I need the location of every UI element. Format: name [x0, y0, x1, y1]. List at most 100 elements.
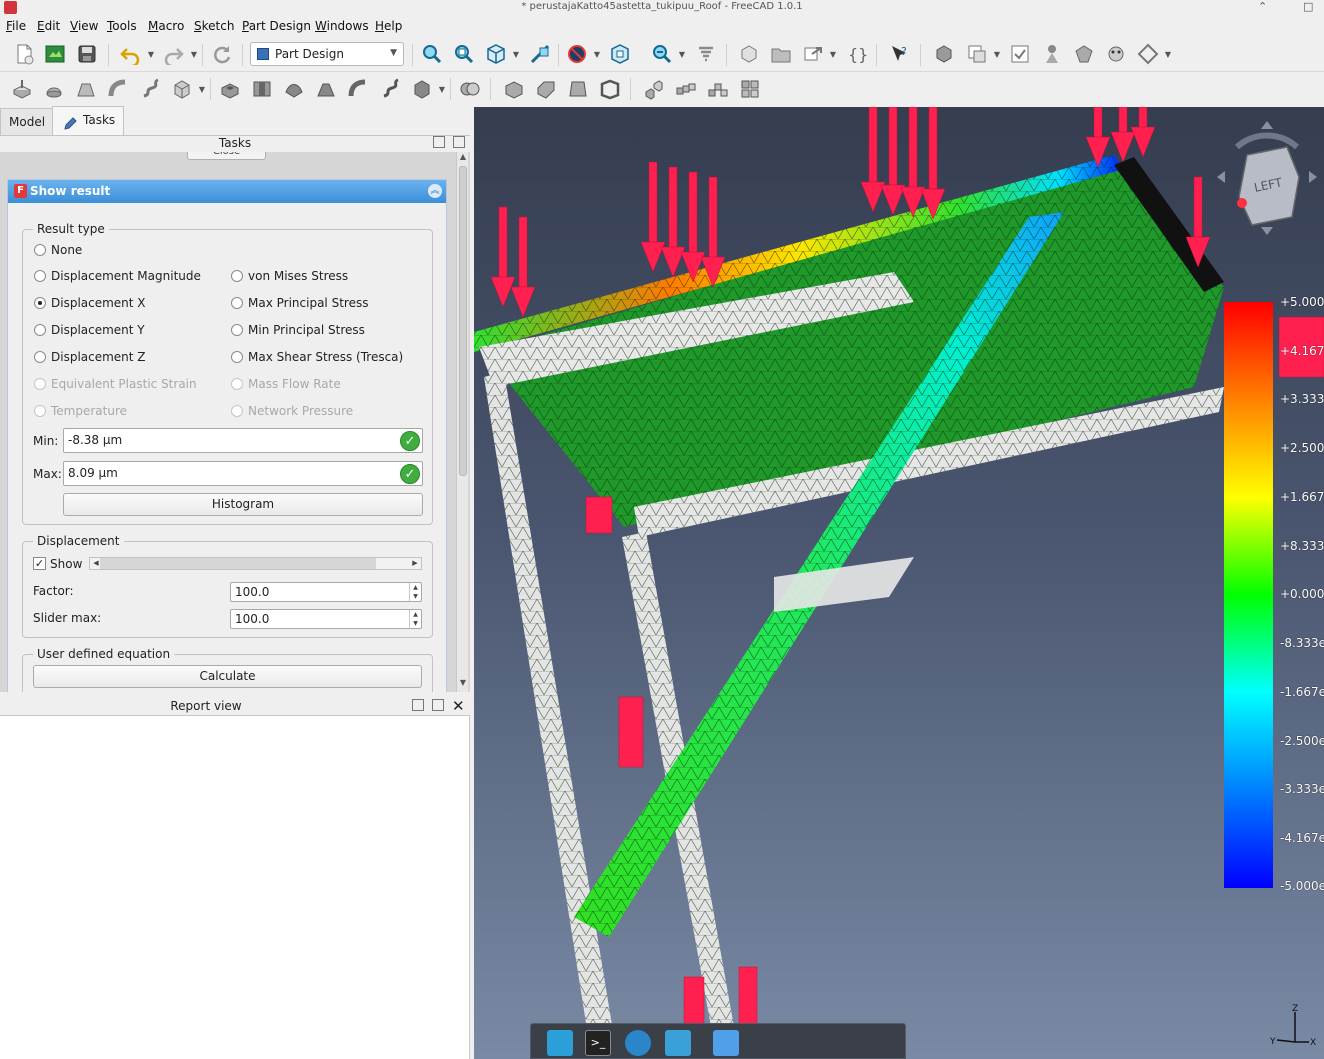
group-folder-icon[interactable]: [769, 42, 793, 66]
slider-track[interactable]: [100, 558, 376, 569]
show-displacement-checkbox[interactable]: ✓: [33, 557, 46, 570]
undo-icon[interactable]: [118, 42, 142, 66]
link-dropdown-icon[interactable]: ▼: [829, 42, 837, 66]
datum-dropdown-icon[interactable]: ▼: [1164, 42, 1172, 66]
menu-part-design[interactable]: Part Design: [242, 19, 311, 33]
hole-icon[interactable]: [250, 77, 274, 101]
menu-sketch[interactable]: Sketch: [194, 19, 234, 33]
terminal-app-icon[interactable]: >_: [585, 1030, 611, 1056]
collapse-icon[interactable]: ︽: [428, 184, 442, 198]
open-document-icon[interactable]: [43, 42, 67, 66]
groove-icon[interactable]: [282, 77, 306, 101]
save-icon[interactable]: [75, 42, 99, 66]
folder-app-icon[interactable]: [713, 1030, 739, 1056]
scroll-up-icon[interactable]: ▲: [457, 152, 469, 164]
revolution-icon[interactable]: [42, 77, 66, 101]
undo-dropdown-icon[interactable]: ▼: [147, 42, 155, 66]
subtractive-helix-icon[interactable]: [378, 77, 402, 101]
pocket-icon[interactable]: [218, 77, 242, 101]
multi-transform-icon[interactable]: [738, 77, 762, 101]
radio-none[interactable]: None: [34, 243, 82, 257]
spin-arrows-icon[interactable]: ▲ ▼: [409, 610, 421, 628]
additive-pipe-icon[interactable]: [106, 77, 130, 101]
scroll-thumb[interactable]: [459, 166, 467, 476]
clipping-plane-icon[interactable]: [694, 42, 718, 66]
validate-sketch-icon[interactable]: [1008, 42, 1032, 66]
subtractive-primitive-dropdown-icon[interactable]: ▼: [438, 77, 446, 101]
max-value-field[interactable]: 8.09 µm: [63, 461, 423, 486]
menu-macro[interactable]: Macro: [148, 19, 184, 33]
factor-spinbox[interactable]: 100.0 ▲ ▼: [230, 582, 422, 602]
menu-edit[interactable]: Edit: [37, 19, 60, 33]
radio-min-principal-stress[interactable]: Min Principal Stress: [231, 323, 365, 337]
menu-view[interactable]: View: [70, 19, 98, 33]
workbench-selector[interactable]: Part Design ▼: [250, 42, 404, 66]
calculate-button[interactable]: Calculate: [33, 665, 422, 688]
report-view-panel[interactable]: [0, 715, 470, 1059]
radio-displacement-x[interactable]: Displacement X: [34, 296, 146, 310]
body-icon[interactable]: [932, 42, 956, 66]
dock-float-icon[interactable]: [412, 699, 424, 711]
polar-pattern-icon[interactable]: [706, 77, 730, 101]
tab-tasks[interactable]: Tasks: [52, 106, 125, 135]
draw-style-icon[interactable]: [565, 42, 589, 66]
tab-model[interactable]: Model: [0, 108, 55, 135]
chamfer-icon[interactable]: [534, 77, 558, 101]
navigation-cube[interactable]: LEFT: [1217, 117, 1317, 237]
local-coordinate-system-icon[interactable]: [1136, 42, 1160, 66]
histogram-button[interactable]: Histogram: [63, 493, 423, 516]
measure-icon[interactable]: [528, 42, 552, 66]
subtractive-box-icon[interactable]: [410, 77, 434, 101]
boolean-icon[interactable]: [458, 77, 482, 101]
radio-max-shear-stress[interactable]: Max Shear Stress (Tresca): [231, 350, 403, 364]
close-button[interactable]: Close: [187, 152, 266, 160]
menu-help[interactable]: Help: [375, 19, 402, 33]
views-dropdown-icon[interactable]: ▼: [512, 42, 520, 66]
files-app-icon[interactable]: [547, 1030, 573, 1056]
subtractive-pipe-icon[interactable]: [346, 77, 370, 101]
min-value-field[interactable]: -8.38 µm: [63, 428, 423, 453]
spin-arrows-icon[interactable]: ▲ ▼: [409, 583, 421, 601]
fillet-icon[interactable]: [502, 77, 526, 101]
search-app-icon[interactable]: [665, 1030, 691, 1056]
thickness-icon[interactable]: [598, 77, 622, 101]
shape-binder-icon[interactable]: [1072, 42, 1096, 66]
zoom-dropdown-icon[interactable]: ▼: [678, 42, 686, 66]
dock-restore-icon[interactable]: [453, 136, 465, 148]
maximize-button[interactable]: □: [1303, 0, 1313, 13]
scroll-down-icon[interactable]: ▼: [457, 678, 469, 690]
displacement-slider[interactable]: ◀ ▶: [89, 557, 422, 570]
draw-style-dropdown-icon[interactable]: ▼: [593, 42, 601, 66]
pad-icon[interactable]: [10, 77, 34, 101]
menu-tools[interactable]: Tools: [107, 19, 137, 33]
fit-all-icon[interactable]: [420, 42, 444, 66]
redo-dropdown-icon[interactable]: ▼: [190, 42, 198, 66]
slider-max-spinbox[interactable]: 100.0 ▲ ▼: [230, 609, 422, 629]
radio-displacement-magnitude[interactable]: Displacement Magnitude: [34, 269, 201, 283]
fit-selection-icon[interactable]: [452, 42, 476, 66]
bounding-box-icon[interactable]: [608, 42, 632, 66]
radio-max-principal-stress[interactable]: Max Principal Stress: [231, 296, 368, 310]
subtractive-loft-icon[interactable]: [314, 77, 338, 101]
new-document-icon[interactable]: [12, 42, 36, 66]
radio-displacement-z[interactable]: Displacement Z: [34, 350, 146, 364]
clone-icon[interactable]: [1104, 42, 1128, 66]
slider-right-arrow-icon[interactable]: ▶: [409, 557, 421, 570]
variable-set-icon[interactable]: {}: [845, 42, 869, 66]
tasks-scrollbar[interactable]: ▲ ▼: [456, 152, 468, 692]
redo-icon[interactable]: [162, 42, 186, 66]
taskbox-header[interactable]: F Show result ︽: [8, 180, 446, 203]
whats-this-icon[interactable]: ?: [888, 42, 912, 66]
3d-viewport[interactable]: LEFT +5.000e +4.167e +3.333e +2.500e +1.…: [474, 107, 1324, 1059]
additive-box-icon[interactable]: [170, 77, 194, 101]
draft-icon[interactable]: [566, 77, 590, 101]
additive-primitive-dropdown-icon[interactable]: ▼: [198, 77, 206, 101]
menu-file[interactable]: File: [6, 19, 26, 33]
close-icon[interactable]: ✕: [452, 697, 465, 715]
isometric-view-icon[interactable]: [484, 42, 508, 66]
dock-float-icon[interactable]: [433, 136, 445, 148]
linear-pattern-icon[interactable]: [674, 77, 698, 101]
link-icon[interactable]: [801, 42, 825, 66]
mirrored-icon[interactable]: [642, 77, 666, 101]
menu-windows[interactable]: Windows: [315, 19, 369, 33]
